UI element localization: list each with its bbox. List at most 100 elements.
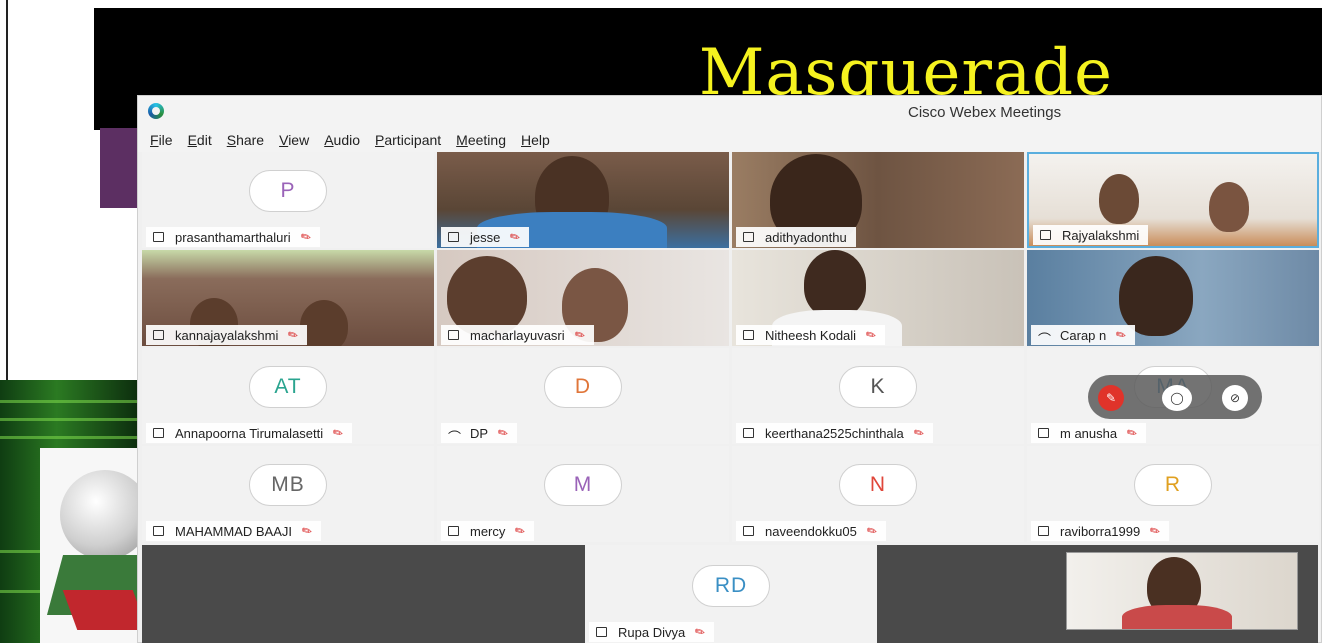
- menu-file[interactable]: File: [150, 132, 173, 148]
- name-tag: Annapoorna Tirumalasetti ✎: [146, 423, 353, 443]
- menu-share[interactable]: Share: [227, 132, 264, 148]
- menu-help[interactable]: Help: [521, 132, 550, 148]
- video-square-icon: [743, 330, 754, 340]
- participant-name: DP: [470, 425, 489, 441]
- participant-tile[interactable]: ⌒ Carap n ✎: [1027, 250, 1319, 346]
- name-tag: prasanthamarthaluri ✎: [146, 227, 320, 247]
- participant-name: Rajyalakshmi: [1062, 227, 1140, 243]
- menu-view[interactable]: View: [279, 132, 309, 148]
- participant-tile[interactable]: N naveendokku05 ✎: [732, 446, 1024, 542]
- microphone-muted-icon: ✎: [1113, 326, 1130, 344]
- menu-participant[interactable]: Participant: [375, 132, 441, 148]
- participant-name: m anusha: [1060, 425, 1118, 441]
- microphone-muted-icon[interactable]: ✎: [1098, 385, 1124, 411]
- window-title: Cisco Webex Meetings: [908, 104, 1062, 121]
- participant-name: adithyadonthu: [765, 229, 847, 245]
- name-tag: raviborra1999 ✎: [1031, 521, 1170, 541]
- person-face: [1119, 256, 1193, 336]
- headset-icon: ⌒: [1038, 332, 1052, 346]
- menu-bar: File Edit Share View Audio Participant M…: [138, 128, 1321, 152]
- participant-name: keerthana2525chinthala: [765, 425, 904, 441]
- name-tag: Rupa Divya ✎: [589, 622, 715, 642]
- name-tag: Rajyalakshmi: [1033, 225, 1149, 245]
- name-tag: Nitheesh Kodali ✎: [736, 325, 886, 345]
- participant-tile[interactable]: Rajyalakshmi: [1027, 152, 1319, 248]
- microphone-muted-icon: ✎: [330, 424, 347, 442]
- participant-name: kannajayalakshmi: [175, 327, 279, 343]
- participant-tile[interactable]: adithyadonthu: [732, 152, 1024, 248]
- microphone-muted-icon: ✎: [512, 522, 529, 540]
- microphone-muted-icon: ✎: [495, 424, 511, 442]
- participant-name: raviborra1999: [1060, 523, 1141, 539]
- participant-tile[interactable]: Nitheesh Kodali ✎: [732, 250, 1024, 346]
- participant-name: mercy: [470, 523, 506, 539]
- participant-tile[interactable]: D ⌒ DP ✎: [437, 348, 729, 444]
- name-tag: mercy ✎: [441, 521, 535, 541]
- video-square-icon: [153, 232, 164, 242]
- participant-tile[interactable]: jesse ✎: [437, 152, 729, 248]
- participant-tile[interactable]: RD Rupa Divya ✎: [585, 545, 877, 643]
- name-tag: naveendokku05 ✎: [736, 521, 886, 541]
- name-tag: jesse ✎: [441, 227, 530, 247]
- name-tag: kannajayalakshmi ✎: [146, 325, 308, 345]
- clipart-chair-seat: [62, 590, 148, 630]
- person-face: [1099, 174, 1139, 224]
- microphone-muted-icon: ✎: [571, 326, 588, 344]
- video-square-icon: [743, 428, 754, 438]
- video-square-icon: [1038, 428, 1049, 438]
- participant-name: MAHAMMAD BAAJI: [175, 523, 293, 539]
- self-view[interactable]: [1066, 552, 1298, 630]
- title-bar[interactable]: Cisco Webex Meetings: [138, 96, 1321, 128]
- name-tag: m anusha ✎: [1031, 423, 1147, 443]
- participant-tile[interactable]: M mercy ✎: [437, 446, 729, 542]
- meeting-controls: ✎ ◯ ⊘: [1088, 375, 1262, 419]
- avatar: P: [249, 170, 327, 212]
- avatar: M: [544, 464, 622, 506]
- participant-tile[interactable]: K keerthana2525chinthala ✎: [732, 348, 1024, 444]
- menu-audio[interactable]: Audio: [324, 132, 360, 148]
- participant-name: Annapoorna Tirumalasetti: [175, 425, 324, 441]
- participant-name: naveendokku05: [765, 523, 857, 539]
- avatar: N: [839, 464, 917, 506]
- video-square-icon: [153, 526, 164, 536]
- microphone-muted-icon: ✎: [910, 424, 927, 442]
- avatar: K: [839, 366, 917, 408]
- microphone-muted-icon: ✎: [863, 326, 879, 344]
- avatar: RD: [692, 565, 770, 607]
- participant-name: jesse: [470, 229, 501, 245]
- person-face: [1209, 182, 1249, 232]
- name-tag: ⌒ DP ✎: [441, 423, 518, 444]
- avatar: MB: [249, 464, 327, 506]
- video-square-icon: [448, 330, 459, 340]
- participant-tile[interactable]: kannajayalakshmi ✎: [142, 250, 434, 346]
- participant-tile[interactable]: MB MAHAMMAD BAAJI ✎: [142, 446, 434, 542]
- participant-name: Rupa Divya: [618, 624, 686, 640]
- video-square-icon: [153, 428, 164, 438]
- microphone-muted-icon: ✎: [863, 522, 880, 540]
- name-tag: keerthana2525chinthala ✎: [736, 423, 933, 443]
- video-square-icon: [153, 330, 164, 340]
- slide-left-rule: [6, 0, 8, 390]
- video-square-icon: [1038, 526, 1049, 536]
- microphone-muted-icon: ✎: [1147, 522, 1164, 540]
- participant-tile[interactable]: macharlayuvasri ✎: [437, 250, 729, 346]
- person-shirt: [1122, 605, 1232, 629]
- avatar: AT: [249, 366, 327, 408]
- avatar: R: [1134, 464, 1212, 506]
- participant-tile[interactable]: R raviborra1999 ✎: [1027, 446, 1319, 542]
- person-face: [804, 250, 866, 318]
- participant-tile[interactable]: P prasanthamarthaluri ✎: [142, 152, 434, 248]
- stop-icon[interactable]: ⊘: [1222, 385, 1248, 411]
- screen: Masquerade Cisco Webex Meetings File Edi…: [0, 0, 1328, 643]
- menu-meeting[interactable]: Meeting: [456, 132, 506, 148]
- avatar: D: [544, 366, 622, 408]
- person-face: [447, 256, 527, 336]
- participant-tile[interactable]: AT Annapoorna Tirumalasetti ✎: [142, 348, 434, 444]
- video-square-icon: [1040, 230, 1051, 240]
- microphone-muted-icon: ✎: [1124, 424, 1140, 442]
- microphone-muted-icon: ✎: [285, 326, 302, 344]
- name-tag: macharlayuvasri ✎: [441, 325, 594, 345]
- menu-edit[interactable]: Edit: [188, 132, 212, 148]
- chat-icon[interactable]: ◯: [1162, 385, 1192, 411]
- video-square-icon: [448, 232, 459, 242]
